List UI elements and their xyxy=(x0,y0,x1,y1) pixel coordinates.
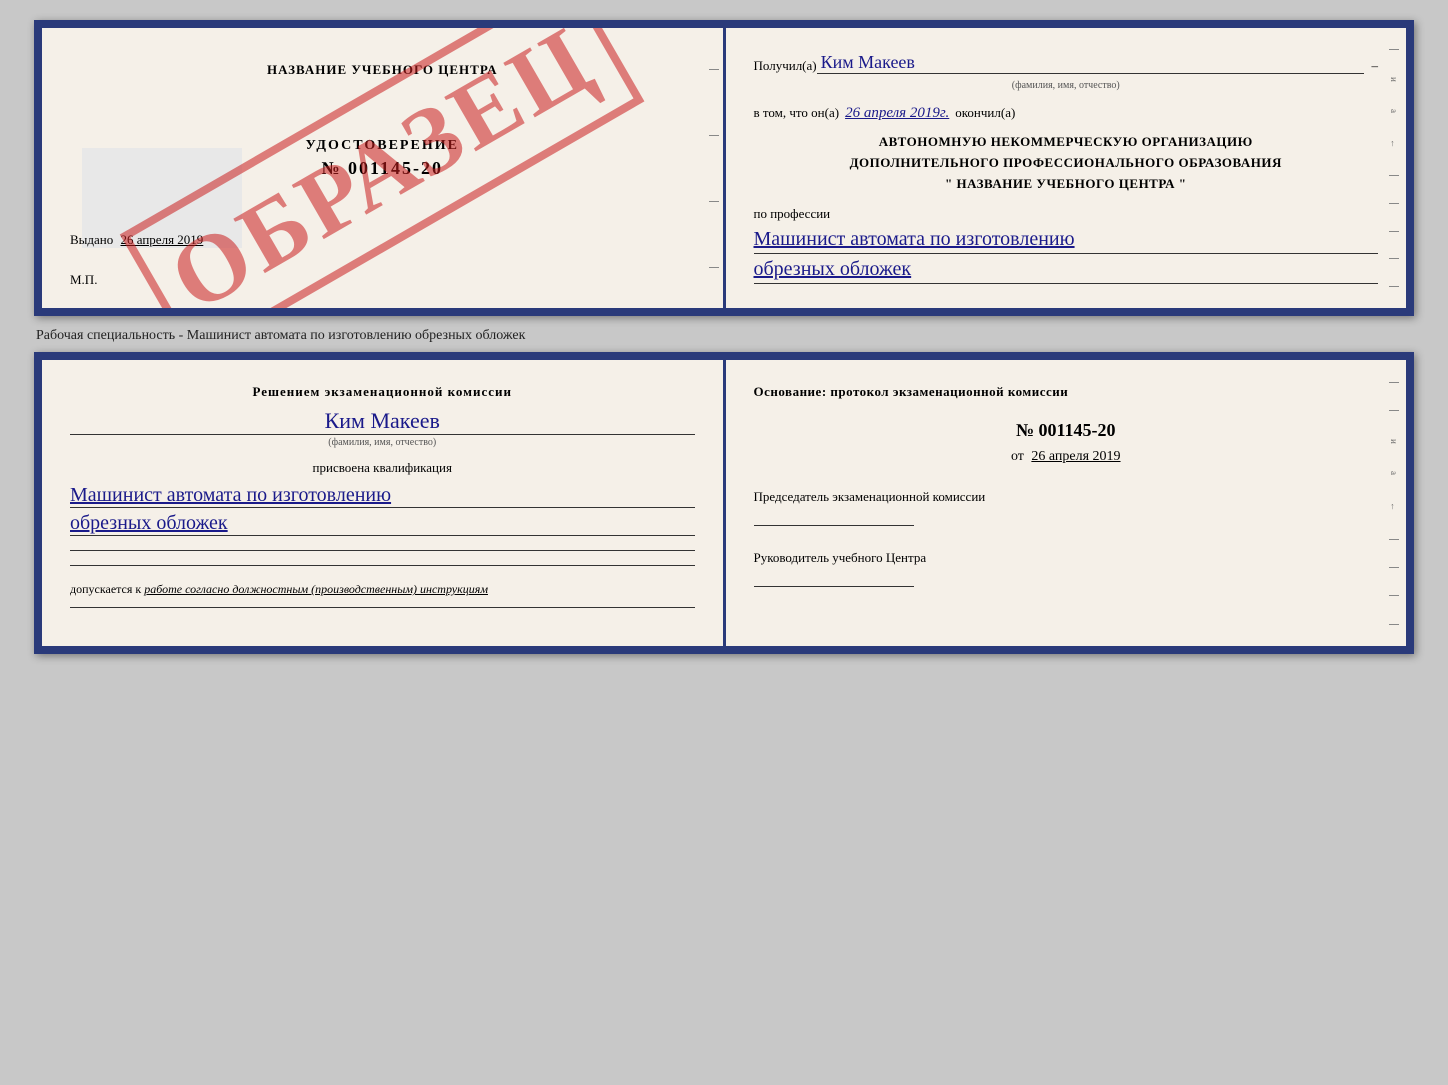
vydano-row: Выдано 26 апреля 2019 xyxy=(70,232,203,248)
spine-dash xyxy=(1389,595,1399,596)
prisvoyena-label: присвоена квалификация xyxy=(70,460,695,476)
qual-line1: Машинист автомата по изготовлению xyxy=(70,484,695,508)
rukovoditel-sign-line xyxy=(754,586,914,587)
bottom-document: Решением экзаменационной комиссии Ким Ма… xyxy=(34,352,1414,654)
edge-text-arrow: ← xyxy=(1389,139,1399,148)
spine-dash xyxy=(709,135,719,136)
ot-date-row: от 26 апреля 2019 xyxy=(754,449,1379,465)
blank-line-2 xyxy=(70,565,695,566)
edge-text-a: а xyxy=(1389,109,1399,113)
resheniem-label: Решением экзаменационной комиссии xyxy=(70,384,695,400)
poluchil-row: Получил(а) Ким Макеев – xyxy=(754,52,1379,74)
spine-dash xyxy=(1389,624,1399,625)
spine-marks-bottom-right: и а ← xyxy=(1386,360,1402,646)
mp-label: М.П. xyxy=(70,272,97,288)
spine-dash xyxy=(1389,410,1399,411)
bottom-right-page: Основание: протокол экзаменационной коми… xyxy=(726,360,1407,646)
bottom-fio-hint: (фамилия, имя, отчество) xyxy=(70,437,695,448)
top-left-title: НАЗВАНИЕ УЧЕБНОГО ЦЕНТРА xyxy=(70,62,695,78)
spine-dash xyxy=(709,69,719,70)
spine-dash xyxy=(1389,567,1399,568)
ot-label: от xyxy=(1011,449,1024,464)
blank-line-3 xyxy=(70,607,695,608)
edge-text-i: и xyxy=(1389,77,1399,82)
between-label: Рабочая специальность - Машинист автомат… xyxy=(34,320,1414,352)
edge-text-i2: и xyxy=(1389,439,1399,444)
spine-dash xyxy=(709,267,719,268)
top-document: НАЗВАНИЕ УЧЕБНОГО ЦЕНТРА ОБРАЗЕЦ УДОСТОВ… xyxy=(34,20,1414,316)
protocol-number: № 001145-20 xyxy=(754,420,1379,441)
profession-line1: Машинист автомата по изготовлению xyxy=(754,228,1379,254)
org-block: АВТОНОМНУЮ НЕКОММЕРЧЕСКУЮ ОРГАНИЗАЦИЮ ДО… xyxy=(754,132,1379,194)
spine-marks-top-left xyxy=(705,28,723,308)
org-line1: АВТОНОМНУЮ НЕКОММЕРЧЕСКУЮ ОРГАНИЗАЦИЮ xyxy=(754,132,1379,153)
spine-dash xyxy=(1389,258,1399,259)
qual-line2: обрезных обложек xyxy=(70,512,695,536)
vydano-date: 26 апреля 2019 xyxy=(121,232,204,247)
bottom-left-page: Решением экзаменационной комиссии Ким Ма… xyxy=(42,360,726,646)
okonchil-label: окончил(а) xyxy=(955,105,1015,121)
fio-hint-top: (фамилия, имя, отчество) xyxy=(754,80,1379,91)
vtom-row: в том, что он(а) 26 апреля 2019г. окончи… xyxy=(754,105,1379,122)
vtom-label: в том, что он(а) xyxy=(754,105,840,121)
rukovoditel-label: Руководитель учебного Центра xyxy=(754,550,1379,566)
predsedatel-label: Председатель экзаменационной комиссии xyxy=(754,489,1379,505)
top-right-content: Получил(а) Ким Макеев – (фамилия, имя, о… xyxy=(754,52,1379,284)
dopuskaetsya-text: работе согласно должностным (производств… xyxy=(144,582,488,596)
rukovoditel-block: Руководитель учебного Центра xyxy=(754,550,1379,587)
spine-marks-top-right: и а ← xyxy=(1386,28,1402,308)
spine-dash xyxy=(1389,203,1399,204)
top-right-page: Получил(а) Ким Макеев – (фамилия, имя, о… xyxy=(726,28,1407,308)
org-line3: " НАЗВАНИЕ УЧЕБНОГО ЦЕНТРА " xyxy=(754,174,1379,195)
spine-dash xyxy=(709,201,719,202)
edge-text-a2: а xyxy=(1389,471,1399,475)
dash1: – xyxy=(1372,58,1379,74)
vtom-date: 26 апреля 2019г. xyxy=(845,105,949,122)
poluchil-label: Получил(а) xyxy=(754,58,817,74)
spine-dash xyxy=(1389,539,1399,540)
profession-line2: обрезных обложек xyxy=(754,258,1379,284)
top-left-page: НАЗВАНИЕ УЧЕБНОГО ЦЕНТРА ОБРАЗЕЦ УДОСТОВ… xyxy=(42,28,726,308)
osnovanie-label: Основание: протокол экзаменационной коми… xyxy=(754,384,1379,400)
org-line2: ДОПОЛНИТЕЛЬНОГО ПРОФЕССИОНАЛЬНОГО ОБРАЗО… xyxy=(754,153,1379,174)
spine-dash xyxy=(1389,231,1399,232)
dopuskaetsya-label: допускается к xyxy=(70,582,141,596)
predsedatel-sign-line xyxy=(754,525,914,526)
spine-dash xyxy=(1389,49,1399,50)
vydano-label: Выдано xyxy=(70,232,113,247)
poluchil-name: Ким Макеев xyxy=(817,52,1364,74)
spine-dash xyxy=(1389,382,1399,383)
edge-text-arrow2: ← xyxy=(1389,502,1399,511)
blank-line-1 xyxy=(70,550,695,551)
spine-dash xyxy=(1389,286,1399,287)
spine-dash xyxy=(1389,175,1399,176)
predsedatel-block: Председатель экзаменационной комиссии xyxy=(754,489,1379,526)
profession-label: по профессии xyxy=(754,206,1379,222)
ot-date-value: 26 апреля 2019 xyxy=(1031,449,1120,464)
dopuskaetsya-row: допускается к работе согласно должностны… xyxy=(70,582,695,597)
bottom-name: Ким Макеев xyxy=(70,408,695,435)
